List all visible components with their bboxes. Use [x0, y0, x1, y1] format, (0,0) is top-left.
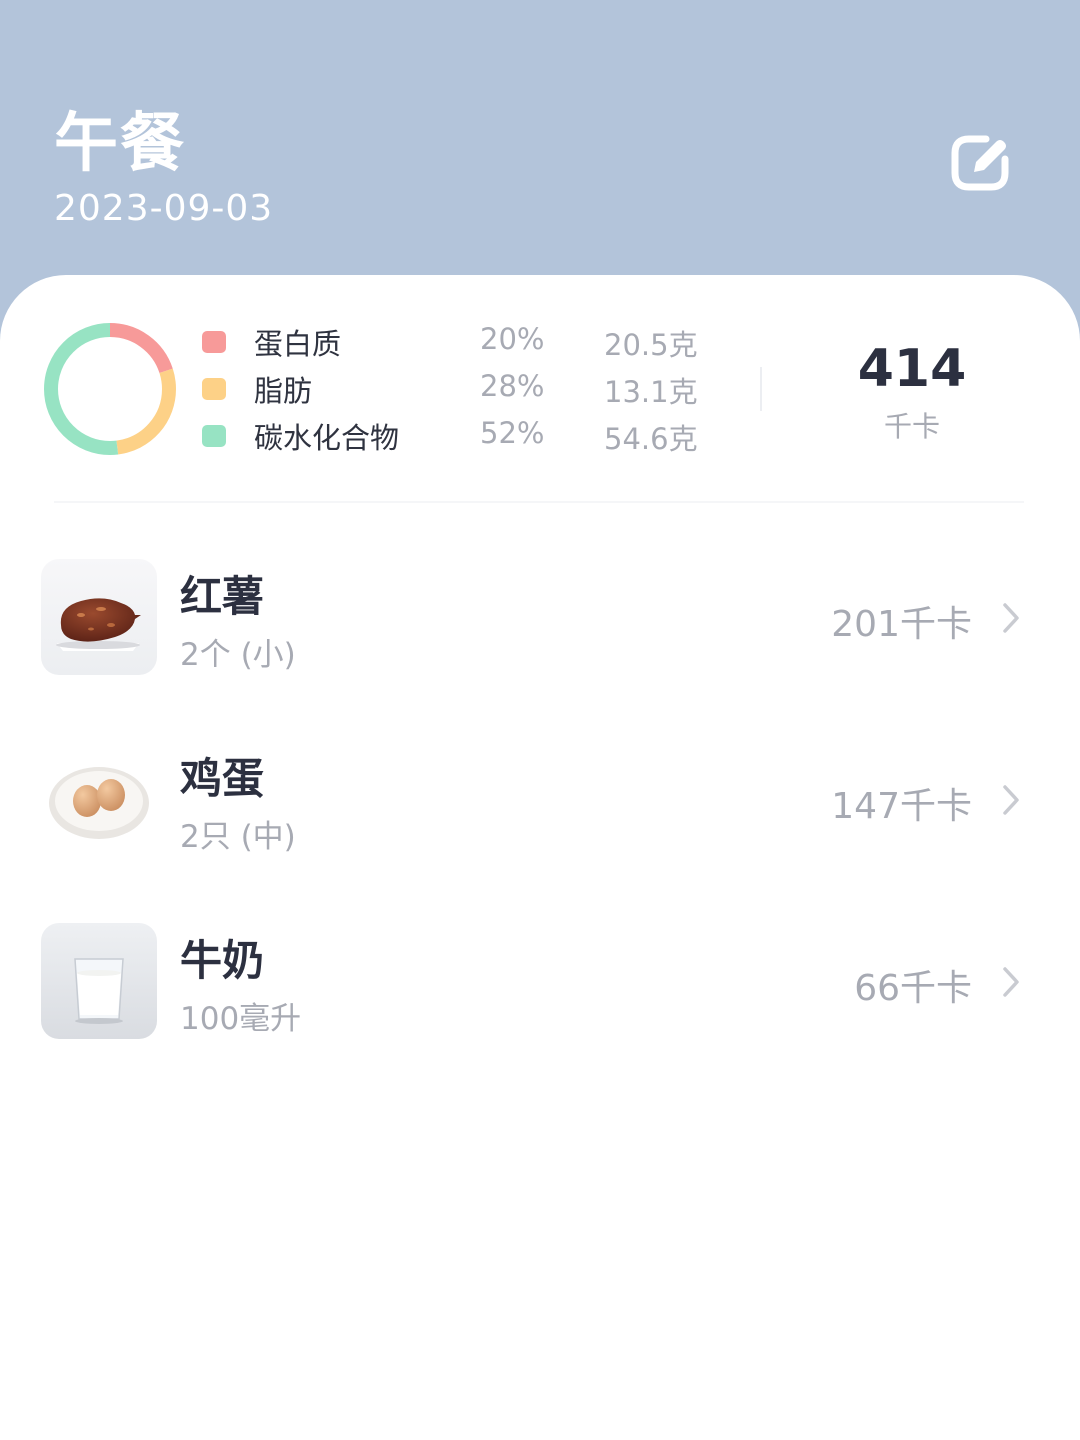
summary-divider — [760, 367, 762, 411]
macro-name: 蛋白质 — [254, 327, 342, 361]
protein-color-dot — [202, 331, 226, 353]
meal-card: 蛋白质 20% 20.5克 脂肪 28% 13.1克 碳水化合物 52% 54.… — [0, 275, 1080, 1440]
chevron-right-icon — [1003, 603, 1019, 633]
sweet-potato-image — [41, 559, 157, 675]
nutrition-summary: 蛋白质 20% 20.5克 脂肪 28% 13.1克 碳水化合物 52% 54.… — [0, 275, 1080, 503]
edit-icon — [951, 135, 1009, 191]
macro-row-protein: 蛋白质 20% 20.5克 — [202, 319, 722, 365]
macro-percent: 28% — [480, 369, 545, 403]
food-name: 鸡蛋 — [180, 754, 265, 803]
meal-date: 2023-09-03 — [54, 188, 274, 229]
food-item-sweet-potato[interactable]: 红薯 2个 (小) 201千卡 — [0, 559, 1080, 679]
food-quantity: 2只 (中) — [180, 819, 296, 855]
food-quantity: 100毫升 — [180, 1001, 302, 1037]
macro-percent: 20% — [480, 322, 545, 356]
macro-percent: 52% — [480, 416, 545, 450]
food-name: 牛奶 — [180, 936, 265, 985]
edit-button[interactable] — [948, 128, 1014, 194]
milk-image — [41, 923, 157, 1039]
food-calories: 147千卡 — [831, 786, 972, 827]
fat-color-dot — [202, 378, 226, 400]
food-calories: 66千卡 — [854, 968, 972, 1009]
macro-grams: 13.1克 — [604, 375, 698, 409]
meal-title: 午餐 — [54, 107, 186, 181]
food-item-eggs[interactable]: 鸡蛋 2只 (中) 147千卡 — [0, 741, 1080, 861]
macro-row-carbs: 碳水化合物 52% 54.6克 — [202, 413, 722, 459]
food-item-milk[interactable]: 牛奶 100毫升 66千卡 — [0, 923, 1080, 1043]
food-name: 红薯 — [180, 572, 265, 621]
macro-donut-chart — [44, 323, 176, 455]
chevron-right-icon — [1003, 967, 1019, 997]
food-calories: 201千卡 — [831, 604, 972, 645]
food-quantity: 2个 (小) — [180, 637, 296, 673]
total-calories: 414 — [857, 339, 967, 399]
macro-grams: 20.5克 — [604, 328, 698, 362]
section-divider — [54, 501, 1024, 503]
macro-grams: 54.6克 — [604, 422, 698, 456]
macro-name: 脂肪 — [254, 374, 313, 408]
macro-row-fat: 脂肪 28% 13.1克 — [202, 366, 722, 412]
eggs-image — [41, 741, 157, 857]
chevron-right-icon — [1003, 785, 1019, 815]
header: 午餐 2023-09-03 — [0, 0, 1080, 300]
macro-name: 碳水化合物 — [254, 421, 400, 455]
total-calories-unit: 千卡 — [883, 410, 940, 443]
carbs-color-dot — [202, 425, 226, 447]
